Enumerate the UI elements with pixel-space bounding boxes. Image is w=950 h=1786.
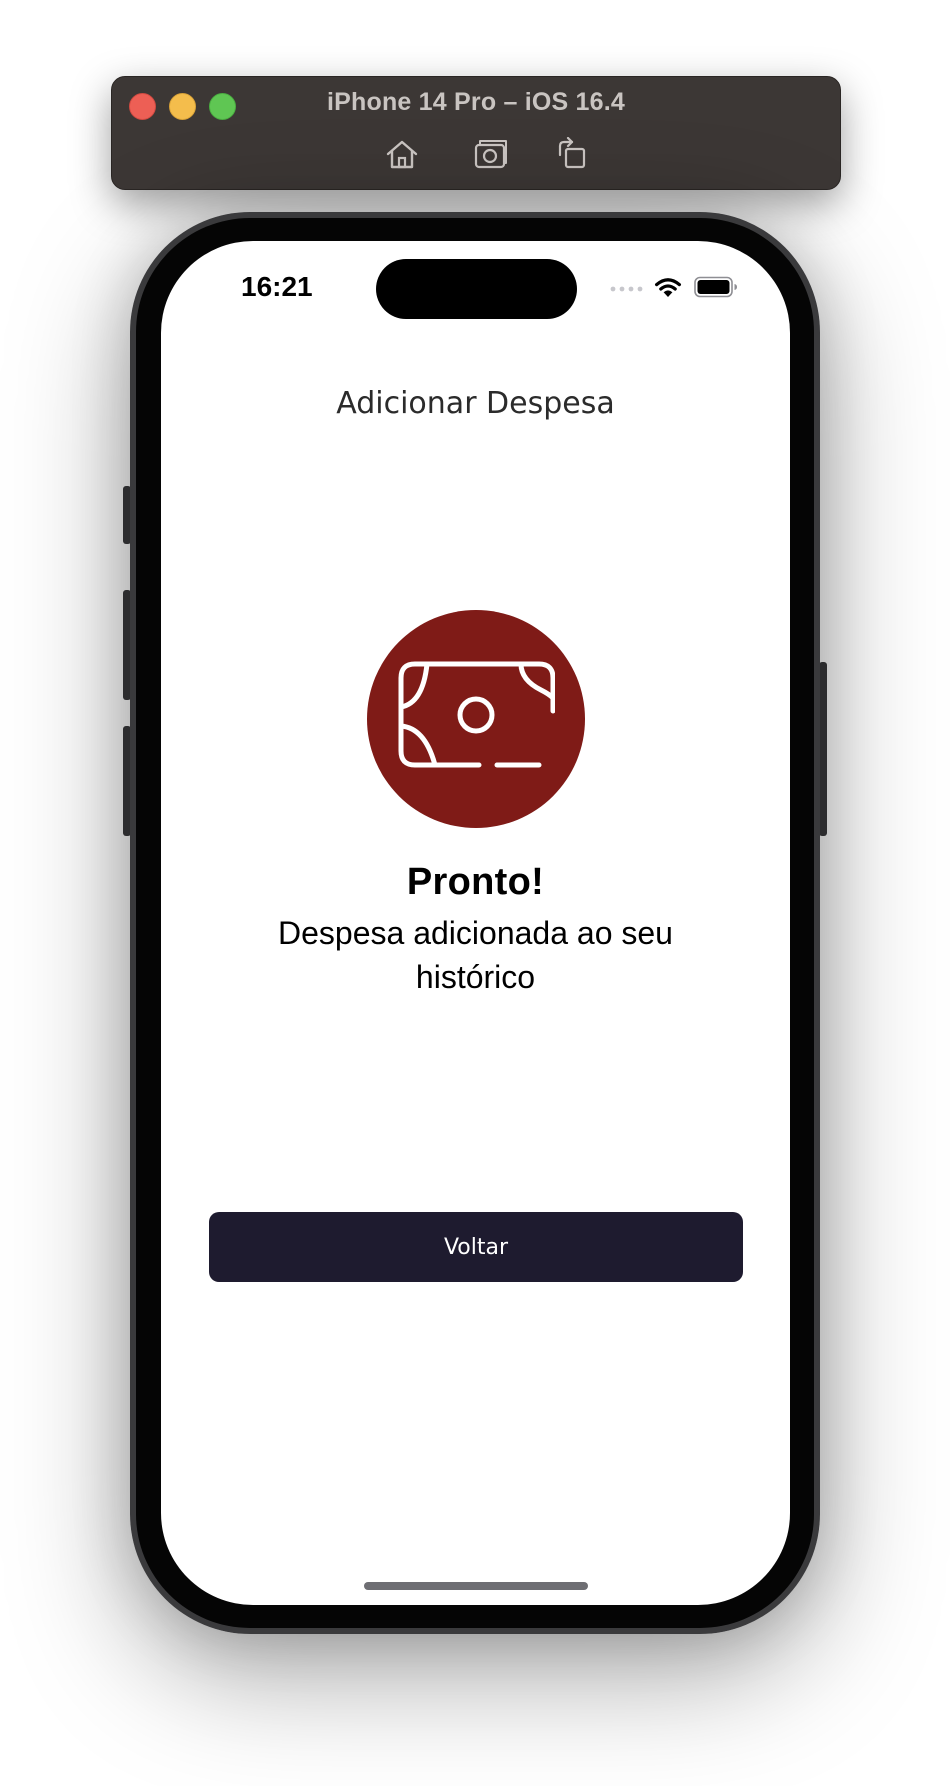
page-title: Adicionar Despesa: [336, 386, 615, 421]
status-icons: [610, 275, 738, 299]
money-bill-icon: [398, 661, 555, 768]
home-icon: [386, 140, 418, 169]
phone-screen: 16:21 Adicionar Despesa Pronto! Despesa …: [161, 241, 790, 1605]
home-button[interactable]: [382, 137, 422, 171]
power-button: [819, 662, 827, 836]
simulator-title: iPhone 14 Pro – iOS 16.4: [327, 88, 625, 116]
dynamic-island: [376, 259, 577, 319]
rotate-button[interactable]: [552, 136, 592, 171]
success-message: Despesa adicionada ao seu histórico: [278, 915, 673, 995]
battery-icon: [694, 276, 737, 298]
back-button[interactable]: Voltar: [209, 1212, 743, 1282]
success-illustration: [367, 610, 585, 828]
camera-icon: [474, 140, 507, 169]
status-time: 16:21: [241, 271, 313, 302]
simulator-titlebar: iPhone 14 Pro – iOS 16.4: [111, 76, 841, 190]
signal-icon: [610, 286, 643, 292]
screenshot-button[interactable]: [472, 137, 512, 171]
rotate-icon: [558, 136, 586, 169]
wifi-icon: [655, 278, 681, 297]
success-title: Pronto!: [406, 861, 545, 903]
home-indicator[interactable]: [364, 1582, 588, 1590]
